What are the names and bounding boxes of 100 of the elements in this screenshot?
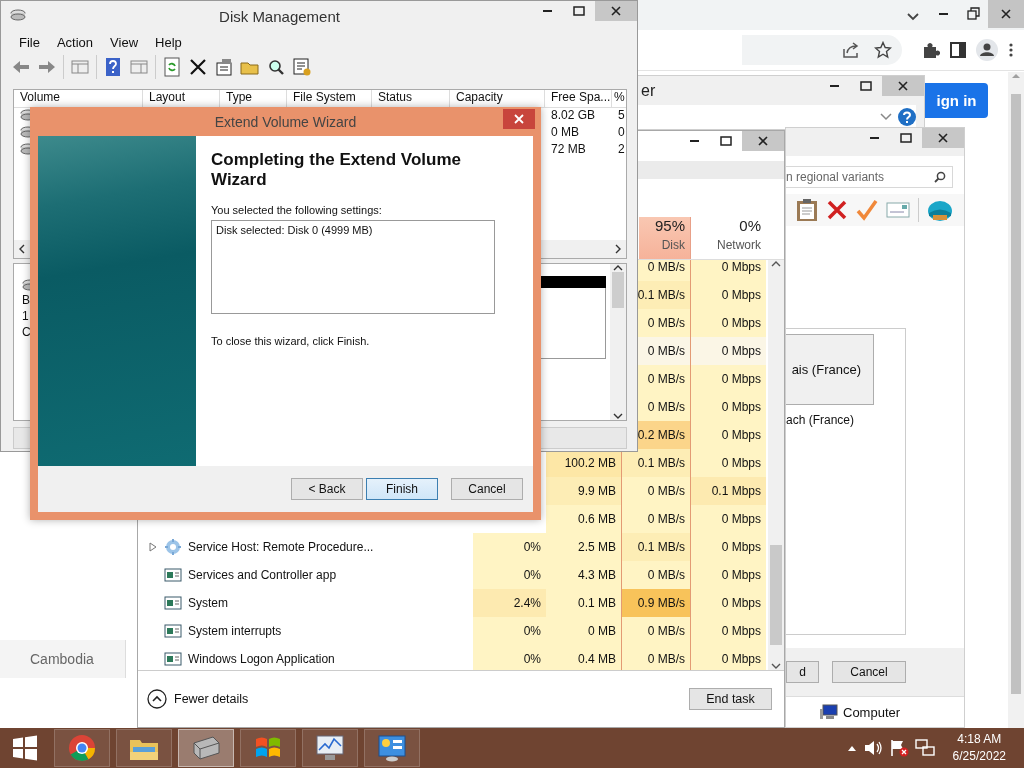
arrow-left-icon[interactable]: [18, 244, 26, 254]
table-cell-text: 0: [617, 125, 626, 141]
process-name: Windows Logon Application: [188, 652, 335, 666]
table-cell: 0 Mbps: [691, 421, 766, 449]
taskbar-button[interactable]: [302, 729, 358, 767]
expand-icon[interactable]: [148, 542, 158, 552]
clock[interactable]: 4:18 AM 6/25/2022: [952, 731, 1006, 765]
star-icon[interactable]: [874, 41, 892, 59]
minimize-icon: [542, 10, 552, 12]
cancel-button[interactable]: Cancel: [832, 661, 906, 683]
process-name: System interrupts: [188, 624, 282, 638]
arrow-down-icon[interactable]: [613, 412, 623, 420]
table-cell: 0.9 MB/s: [621, 589, 691, 617]
arrow-up-icon[interactable]: [613, 264, 623, 272]
taskbar-button[interactable]: [240, 729, 296, 767]
column-header[interactable]: 0% Network: [691, 217, 766, 259]
refresh-icon[interactable]: [162, 57, 182, 77]
scrollbar[interactable]: [1008, 72, 1024, 728]
scrollbar-thumb[interactable]: [1011, 94, 1021, 694]
process-name: System: [188, 596, 228, 610]
scrollbar-thumb[interactable]: [770, 545, 782, 645]
column-header[interactable]: %: [612, 90, 626, 107]
end-task-button[interactable]: End task: [689, 688, 772, 710]
table-cell: 0%: [473, 645, 546, 670]
list-item[interactable]: Cambodia: [0, 640, 126, 678]
table-cell: 0 Mbps: [691, 589, 766, 617]
taskbar-button[interactable]: [364, 729, 420, 767]
disk-label: B: [22, 293, 31, 307]
close-button[interactable]: [503, 109, 535, 129]
search-icon[interactable]: [266, 57, 286, 77]
close-button[interactable]: [742, 131, 784, 151]
arrow-down-icon[interactable]: [771, 662, 781, 670]
menu-icon[interactable]: [1008, 42, 1014, 58]
scrollbar[interactable]: [610, 264, 626, 420]
scrollbar[interactable]: [768, 260, 784, 670]
disk-label: C: [22, 325, 32, 339]
table-cell: 0 Mbps: [691, 281, 766, 309]
settings-box: Disk selected: Disk 0 (4999 MB): [211, 220, 495, 314]
table-cell: 0 MB/s: [621, 477, 691, 505]
window-icon: [164, 623, 182, 639]
maximize-icon: [570, 3, 588, 19]
menu-item[interactable]: View: [110, 34, 139, 50]
status-text: Computer: [843, 704, 901, 720]
windows-logo-icon: [12, 735, 38, 761]
table-cell: 0 Mbps: [691, 393, 766, 421]
table-cell-text: 8.02 GB: [550, 108, 597, 124]
puzzle-icon[interactable]: [922, 41, 940, 59]
dialog-button[interactable]: d: [786, 661, 819, 683]
control-panel-icon: [377, 734, 407, 762]
language-option[interactable]: ais (France): [786, 334, 874, 405]
search-field[interactable]: n regional variants: [786, 166, 953, 188]
profile-icon[interactable]: [976, 39, 998, 61]
table-cell: 2.4%: [473, 589, 546, 617]
table-cell: 0%: [473, 533, 546, 561]
search-icon[interactable]: [934, 171, 946, 183]
side-panel-icon[interactable]: [950, 42, 966, 58]
caret-icon[interactable]: [846, 744, 857, 752]
disk-drive-icon: [191, 735, 221, 761]
settings-icon[interactable]: [292, 57, 312, 77]
flag-icon[interactable]: [888, 739, 909, 757]
network-icon[interactable]: [914, 739, 935, 757]
finish-button[interactable]: Finish: [366, 478, 438, 500]
help-icon[interactable]: [103, 57, 123, 77]
close-button[interactable]: [988, 0, 1024, 28]
speaker-icon[interactable]: [862, 740, 883, 756]
window-icon: [164, 651, 182, 667]
arrow-up-icon[interactable]: [771, 260, 781, 268]
checkmark-icon[interactable]: [856, 199, 878, 221]
placeholder: n regional variants: [786, 170, 885, 184]
cancel-button[interactable]: Cancel: [451, 478, 523, 500]
scrollbar-thumb[interactable]: [612, 272, 624, 308]
table-cell: 0.6 MB: [546, 505, 621, 533]
share-icon[interactable]: [842, 41, 860, 59]
delete-icon[interactable]: [188, 57, 208, 77]
close-button[interactable]: [882, 76, 924, 96]
card-icon[interactable]: [886, 201, 910, 219]
fewer-details-link[interactable]: Fewer details: [147, 689, 249, 709]
menu-item[interactable]: Help: [155, 34, 182, 50]
help-icon[interactable]: [898, 108, 916, 126]
close-button[interactable]: [922, 128, 964, 148]
taskbar-button[interactable]: [116, 729, 172, 767]
column-header[interactable]: Free Spa...: [545, 90, 612, 107]
table-cell: 0.4 MB: [546, 645, 621, 670]
process-name: Service Host: Remote Procedure...: [188, 540, 374, 554]
clipboard-icon[interactable]: [796, 198, 818, 222]
sign-in-button[interactable]: ign in: [925, 83, 988, 118]
process-name: Services and Controller app: [188, 568, 337, 582]
taskbar-button[interactable]: [54, 729, 110, 767]
address-bar[interactable]: [742, 35, 902, 65]
column-header[interactable]: 95% Disk: [639, 217, 691, 259]
table-cell: 9.9 MB: [546, 477, 621, 505]
arrow-right-icon[interactable]: [614, 244, 622, 254]
menu-item[interactable]: Action: [56, 34, 94, 50]
table-cell: 0 MB: [546, 617, 621, 645]
globe-icon[interactable]: [927, 198, 953, 222]
menu-item[interactable]: File: [19, 34, 40, 50]
minimize-icon: [689, 140, 699, 142]
properties-icon[interactable]: [214, 57, 234, 77]
close-button[interactable]: [595, 1, 637, 21]
back-button[interactable]: < Back: [291, 478, 363, 500]
